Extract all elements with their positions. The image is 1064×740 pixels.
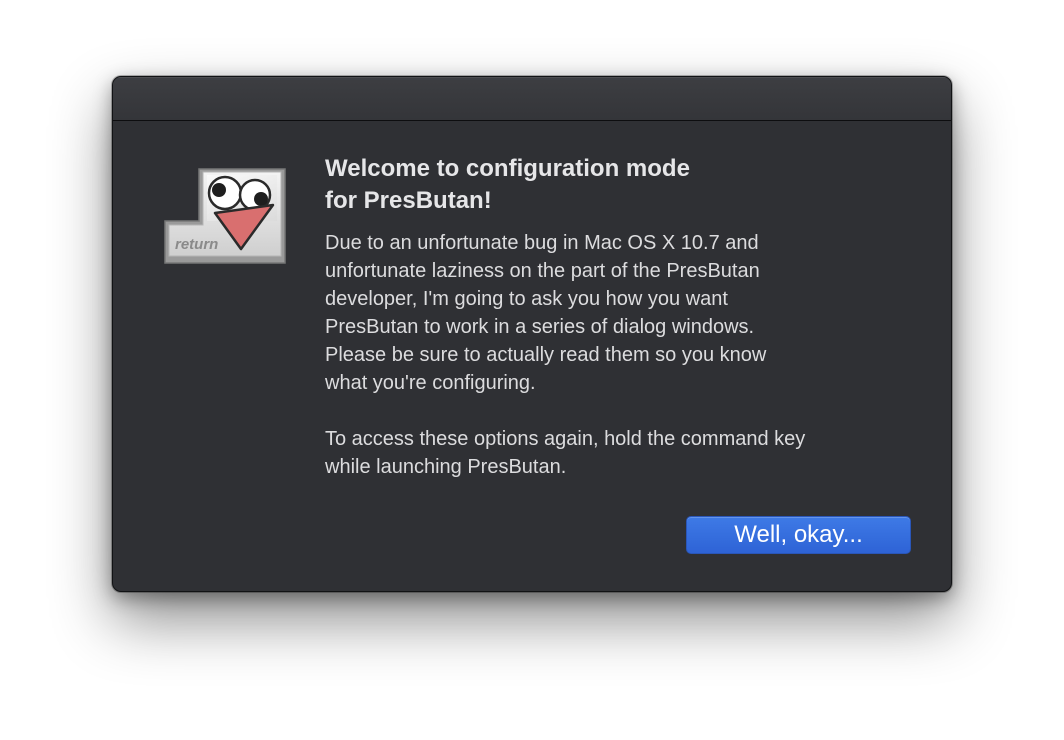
window-titlebar[interactable] <box>113 77 951 121</box>
well-okay-button[interactable]: Well, okay... <box>686 516 911 554</box>
key-label: return <box>175 236 218 253</box>
dialog-body-paragraph-1: Due to an unfortunate bug in Mac OS X 10… <box>325 232 767 394</box>
dialog-body-paragraph-2: To access these options again, hold the … <box>325 428 806 478</box>
dialog-title: Welcome to configuration mode for PresBu… <box>325 155 690 214</box>
dialog-window: return Welcome to configuration mode for… <box>112 76 952 592</box>
presbutan-return-key-icon: return <box>159 163 291 271</box>
dialog-content: Welcome to configuration mode for PresBu… <box>325 153 925 481</box>
